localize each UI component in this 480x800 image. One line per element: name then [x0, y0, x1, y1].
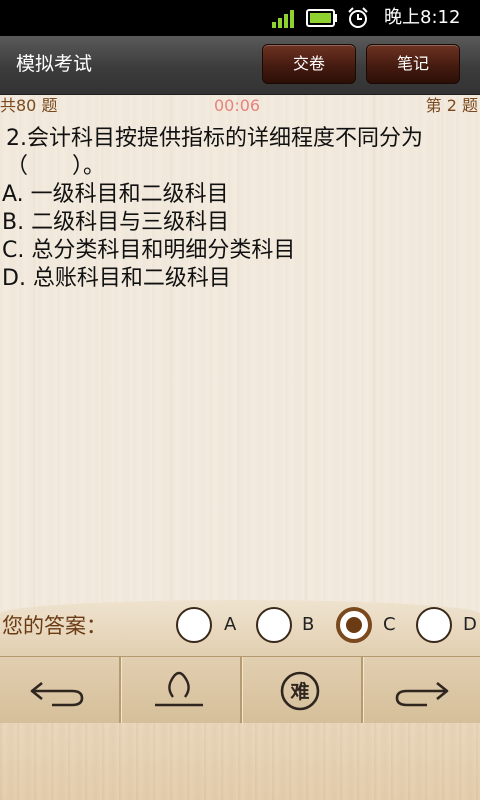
status-time: 晚上8:12	[384, 7, 461, 28]
difficulty-icon: 难	[280, 671, 320, 711]
notes-button[interactable]: 笔记	[366, 44, 460, 84]
next-question-button[interactable]	[363, 657, 480, 723]
wood-floor	[0, 723, 480, 800]
answer-radio-a[interactable]	[176, 607, 212, 643]
question-stem: 2.会计科目按提供指标的详细程度不同分为（ ）。	[6, 126, 423, 179]
page-title: 模拟考试	[16, 53, 93, 75]
question-total: 共80 题	[0, 96, 58, 115]
answer-radio-c[interactable]	[336, 607, 372, 643]
option-c: C. 总分类科目和明细分类科目	[2, 238, 296, 263]
battery-icon	[306, 9, 337, 27]
option-b: B. 二级科目与三级科目	[2, 210, 230, 235]
stamp-icon	[155, 671, 203, 707]
option-d: D. 总账科目和二级科目	[2, 266, 231, 291]
exam-timer: 00:06	[214, 96, 261, 115]
status-bar: 晚上8:12	[0, 0, 480, 36]
question-panel: 共80 题 00:06 第 2 题 2.会计科目按提供指标的详细程度不同分为（ …	[0, 95, 480, 655]
option-a: A. 一级科目和二级科目	[2, 182, 229, 207]
previous-question-button[interactable]	[0, 657, 121, 723]
question-body: 2.会计科目按提供指标的详细程度不同分为（ ）。 A. 一级科目和二级科目 B.…	[2, 125, 474, 293]
answer-radio-a-label: A	[224, 614, 237, 635]
forward-arrow-icon	[395, 681, 449, 707]
answer-radio-d[interactable]	[416, 607, 452, 643]
question-number: 第 2 题	[425, 96, 478, 115]
answer-radio-c-label: C	[383, 614, 396, 635]
alarm-clock-icon	[348, 7, 368, 28]
answer-radio-b[interactable]	[256, 607, 292, 643]
exam-info-bar: 共80 题 00:06 第 2 题	[0, 95, 480, 117]
answer-radio-d-label: D	[463, 614, 477, 635]
mark-question-button[interactable]	[121, 657, 242, 723]
difficulty-glyph: 难	[289, 680, 309, 703]
app-header: 模拟考试 交卷 笔记	[0, 36, 480, 95]
signal-icon	[272, 10, 294, 28]
answer-label: 您的答案：	[2, 614, 107, 638]
submit-exam-button[interactable]: 交卷	[262, 44, 356, 84]
answer-bar: 您的答案： A B C D	[0, 600, 480, 656]
difficulty-button[interactable]: 难	[242, 657, 363, 723]
back-arrow-icon	[30, 681, 84, 707]
bottom-toolbar: 难	[0, 656, 480, 724]
answer-radio-b-label: B	[302, 614, 315, 635]
